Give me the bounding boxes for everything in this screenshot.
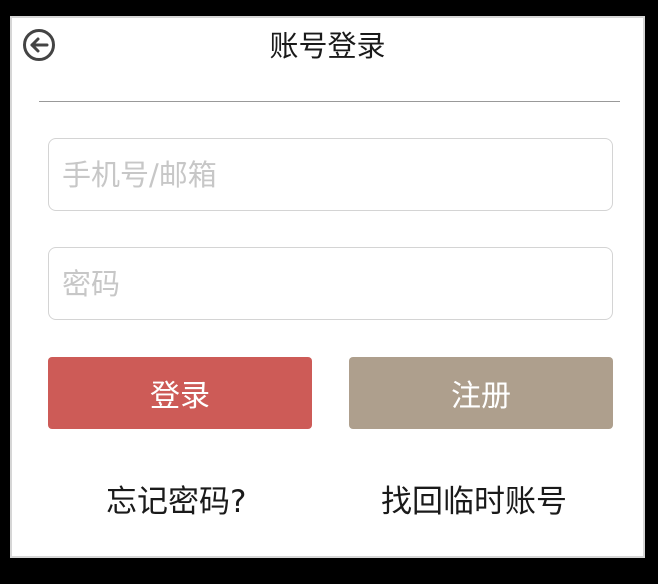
forgot-password-link[interactable]: 忘记密码? (106, 480, 246, 524)
register-button[interactable]: 注册 (349, 357, 613, 429)
password-input[interactable] (48, 247, 613, 320)
account-input[interactable] (48, 138, 613, 211)
header-divider (39, 101, 620, 102)
page-title: 账号登录 (269, 29, 386, 63)
recover-temp-account-link[interactable]: 找回临时账号 (381, 480, 567, 524)
login-window: 账号登录 登录 注册 忘记密码? 找回临时账号 (10, 16, 645, 558)
login-button[interactable]: 登录 (48, 357, 312, 429)
